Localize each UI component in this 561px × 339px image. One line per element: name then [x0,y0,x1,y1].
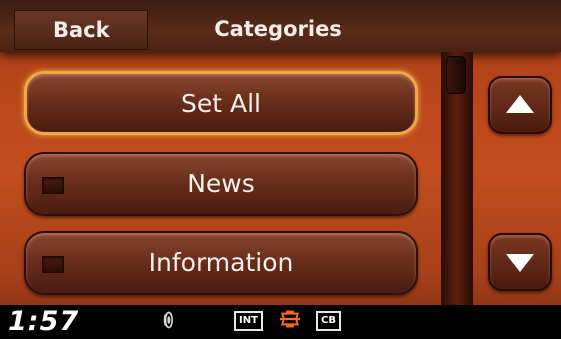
int-indicator: INT [234,311,263,331]
list-item-set-all[interactable]: Set All [24,71,418,135]
header-bar: Back Categories [0,0,561,52]
back-button[interactable]: Back [14,10,148,50]
arrow-down-icon [506,254,534,272]
list-item-information[interactable]: Information [24,231,418,295]
list-item-news[interactable]: News [24,152,418,216]
arrow-up-icon [506,95,534,113]
clock: 1:57 [8,306,80,337]
list-item-label: Information [148,248,294,277]
scroll-thumb[interactable] [446,56,466,94]
page-title: Categories [214,17,342,41]
volume-icon [163,311,173,329]
categories-screen: Back Categories Set All News Information… [0,0,561,339]
status-bar: 1:57 INT CB [0,305,561,339]
scroll-up-button[interactable] [488,76,552,134]
list-item-label: News [187,169,255,198]
cb-indicator: CB [316,311,341,331]
harley-logo-icon [280,310,300,328]
list-item-label: Set All [181,89,261,118]
scroll-down-button[interactable] [488,233,552,291]
